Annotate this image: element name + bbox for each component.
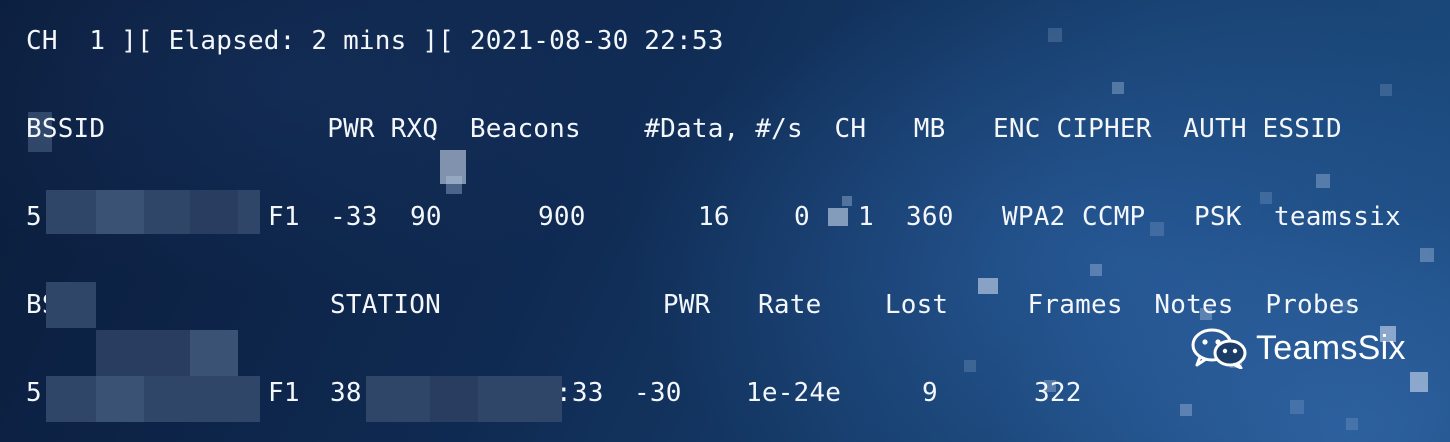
station-rate: 1e-24e: [746, 378, 842, 408]
ap-data-per-sec: 0: [794, 202, 810, 232]
watermark: TeamsSix: [1190, 326, 1406, 370]
watermark-text: TeamsSix: [1256, 328, 1406, 367]
ap-mb: 360: [906, 202, 954, 232]
ap-table-header: BSSID PWR RXQ Beacons #Data, #/s CH MB E…: [26, 114, 1342, 144]
redaction-block: [190, 190, 238, 234]
ap-pwr: -33: [330, 202, 378, 232]
ap-channel: 1: [858, 202, 874, 232]
status-line: CH 1 ][ Elapsed: 2 mins ][ 2021-08-30 22…: [26, 26, 724, 56]
station-mac-end: :33: [556, 378, 604, 408]
station-table-header: STATION PWR Rate Lost Frames Notes Probe…: [330, 290, 1361, 320]
station-pwr: -30: [634, 378, 682, 408]
wechat-icon: [1190, 327, 1248, 369]
redaction-block: [96, 190, 144, 234]
ap-data: 16: [698, 202, 730, 232]
station-bssid-start: 5: [26, 378, 42, 408]
station-bssid-redaction: [46, 376, 260, 422]
terminal-window: CH 1 ][ Elapsed: 2 mins ][ 2021-08-30 22…: [0, 0, 1450, 442]
station-lost: 9: [922, 378, 938, 408]
ap-auth: PSK: [1194, 202, 1242, 232]
station-frames: 322: [1034, 378, 1082, 408]
ap-essid: teamssix: [1274, 202, 1401, 232]
ap-enc: WPA2: [1002, 202, 1066, 232]
station-header-redaction: [46, 282, 96, 328]
redaction-block: [430, 376, 478, 422]
ap-bssid-end: F1: [268, 202, 300, 232]
ap-cipher: CCMP: [1082, 202, 1146, 232]
redaction-block: [190, 330, 238, 376]
ap-beacons: 900: [538, 202, 586, 232]
station-bssid-end: F1: [268, 378, 300, 408]
redaction-block: [96, 376, 144, 422]
ap-bssid-start: 5: [26, 202, 42, 232]
ap-rxq: 90: [410, 202, 442, 232]
station-mac-start: 38: [330, 378, 362, 408]
